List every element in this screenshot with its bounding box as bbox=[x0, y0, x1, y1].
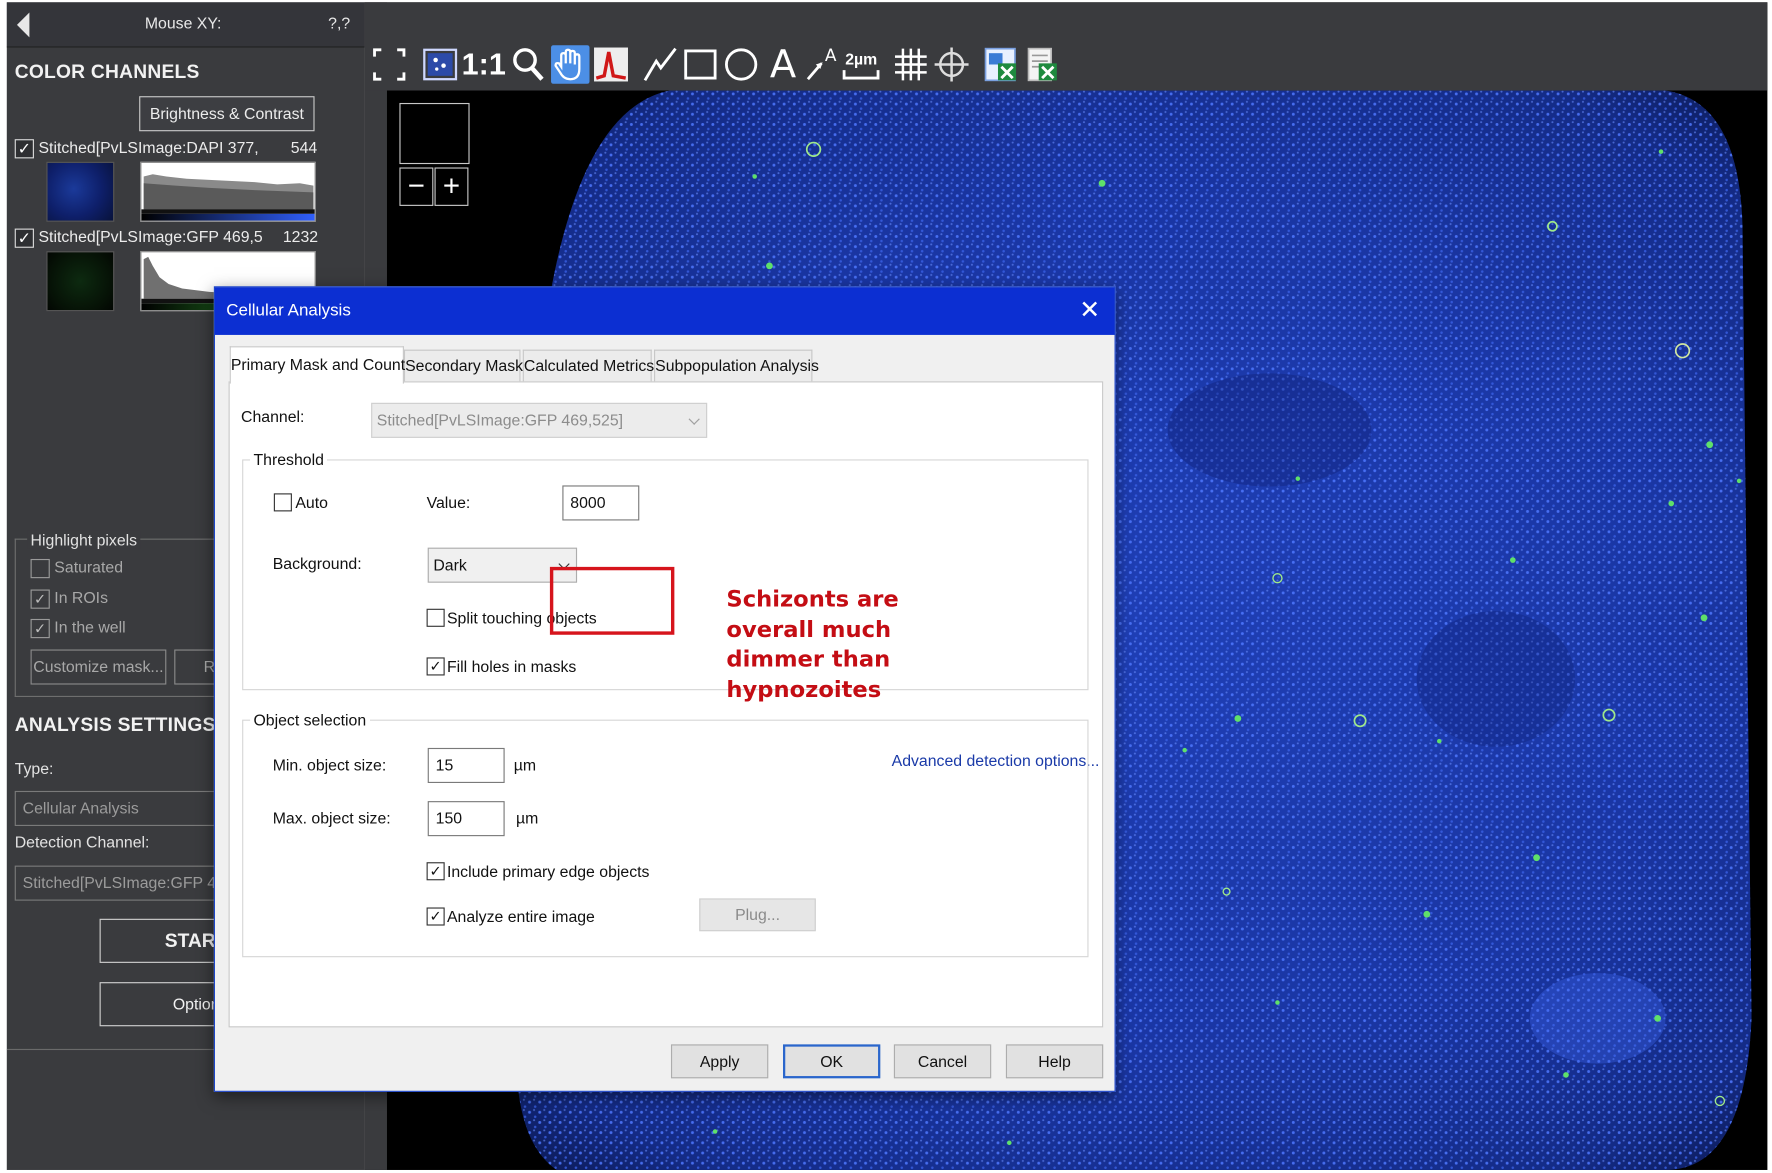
rectangle-icon[interactable] bbox=[681, 45, 719, 83]
customize-mask-button[interactable]: Customize mask... bbox=[30, 649, 167, 685]
scale-bar-icon[interactable]: 2µm bbox=[842, 45, 880, 83]
export-excel-icon[interactable] bbox=[982, 45, 1020, 83]
cellular-analysis-dialog: Cellular Analysis ✕ Primary Mask and Cou… bbox=[213, 286, 1116, 1092]
ok-button[interactable]: OK bbox=[782, 1044, 881, 1079]
back-arrow-icon[interactable] bbox=[16, 12, 30, 38]
grid-icon[interactable] bbox=[892, 45, 930, 83]
zoom-icon[interactable] bbox=[509, 45, 547, 83]
analyze-entire-checkbox[interactable]: ✓ bbox=[426, 907, 445, 926]
annotation-line: overall much bbox=[726, 614, 892, 643]
highlight-pixels-title: Highlight pixels bbox=[27, 530, 141, 549]
channel-dapi-max: 544 bbox=[290, 138, 318, 157]
apply-button[interactable]: Apply bbox=[670, 1044, 769, 1079]
include-edge-label: Include primary edge objects bbox=[446, 862, 650, 881]
plug-button[interactable]: Plug... bbox=[699, 898, 816, 932]
type-label: Type: bbox=[14, 759, 54, 778]
in-the-well-checkbox[interactable]: ✓ bbox=[30, 618, 50, 639]
zoom-in-button[interactable]: + bbox=[434, 167, 469, 206]
channel-dapi-histogram[interactable] bbox=[140, 161, 316, 222]
viewer-toolbar: 1:1 A A 2µm bbox=[364, 2, 1768, 91]
max-size-unit: µm bbox=[515, 809, 539, 828]
fill-holes-label: Fill holes in masks bbox=[446, 657, 577, 676]
brightness-contrast-button[interactable]: Brightness & Contrast bbox=[139, 96, 315, 132]
channel-select-value: Stitched[PvLSImage:GFP 469,525] bbox=[376, 410, 624, 429]
background-label: Background: bbox=[272, 554, 362, 573]
dialog-title-bar[interactable]: Cellular Analysis ✕ bbox=[214, 287, 1115, 335]
channel-gfp-name: Stitched[PvLSImage:GFP 469,5 bbox=[38, 227, 263, 246]
overview-navigator[interactable] bbox=[399, 102, 470, 165]
tab-subpopulation-analysis[interactable]: Subpopulation Analysis bbox=[654, 349, 819, 383]
channel-gfp-checkbox[interactable]: ✓ bbox=[14, 228, 34, 248]
channel-dapi-checkbox[interactable]: ✓ bbox=[14, 139, 34, 159]
min-object-size-label: Min. object size: bbox=[272, 755, 387, 774]
one-to-one-icon[interactable]: 1:1 bbox=[462, 45, 506, 83]
fit-window-icon[interactable] bbox=[370, 45, 408, 83]
value-highlight-box bbox=[549, 566, 675, 635]
min-object-size-input[interactable]: 15 bbox=[427, 747, 505, 783]
threshold-value-input[interactable]: 8000 bbox=[562, 485, 640, 521]
channel-gfp-max: 1232 bbox=[282, 227, 319, 246]
tab-secondary-mask[interactable]: Secondary Mask bbox=[403, 349, 523, 383]
primary-mask-page: Channel: Stitched[PvLSImage:GFP 469,525]… bbox=[228, 381, 1104, 1028]
ellipse-icon[interactable] bbox=[722, 45, 760, 83]
close-icon[interactable]: ✕ bbox=[1076, 295, 1103, 324]
mouse-xy-bar: Mouse XY: ?,? bbox=[6, 2, 365, 48]
channel-gfp-thumbnail[interactable] bbox=[46, 251, 115, 312]
channel-dapi-name: Stitched[PvLSImage:DAPI 377, bbox=[38, 138, 259, 157]
saturated-checkbox[interactable] bbox=[30, 558, 50, 579]
value-label: Value: bbox=[426, 493, 471, 512]
annotation-line: Schizonts are bbox=[726, 584, 899, 613]
text-icon[interactable]: A bbox=[764, 45, 802, 83]
crosshair-icon[interactable] bbox=[932, 45, 970, 83]
histogram-icon[interactable] bbox=[592, 45, 630, 83]
analysis-settings-title: ANALYSIS SETTINGS bbox=[14, 713, 216, 736]
max-object-size-input[interactable]: 150 bbox=[427, 801, 505, 837]
include-edge-checkbox[interactable]: ✓ bbox=[426, 862, 445, 881]
dialog-title: Cellular Analysis bbox=[226, 300, 351, 321]
annotation-line: dimmer than bbox=[726, 644, 891, 673]
svg-text:2µm: 2µm bbox=[845, 51, 877, 68]
svg-text:A: A bbox=[825, 46, 837, 66]
in-the-well-label: In the well bbox=[54, 617, 126, 636]
split-touching-checkbox[interactable] bbox=[426, 608, 445, 627]
analyze-entire-label: Analyze entire image bbox=[446, 907, 595, 926]
export-table-icon[interactable] bbox=[1023, 45, 1061, 83]
tab-calculated-metrics[interactable]: Calculated Metrics bbox=[522, 349, 654, 383]
in-rois-label: In ROIs bbox=[54, 588, 109, 607]
min-size-unit: µm bbox=[513, 755, 537, 774]
channel-select[interactable]: Stitched[PvLSImage:GFP 469,525] bbox=[371, 402, 708, 438]
fill-holes-checkbox[interactable]: ✓ bbox=[426, 657, 445, 676]
channel-dapi-thumbnail[interactable] bbox=[46, 161, 115, 222]
auto-label: Auto bbox=[295, 493, 328, 512]
tab-primary-mask[interactable]: Primary Mask and Count bbox=[229, 346, 405, 384]
channel-label: Channel: bbox=[241, 407, 305, 426]
detection-channel-label: Detection Channel: bbox=[14, 832, 150, 851]
annotation-note: Schizonts are overall much dimmer than h… bbox=[726, 584, 898, 704]
mouse-xy-label: Mouse XY: bbox=[144, 13, 222, 32]
max-object-size-label: Max. object size: bbox=[272, 809, 391, 828]
threshold-title: Threshold bbox=[250, 450, 328, 469]
polyline-icon[interactable] bbox=[642, 45, 680, 83]
zoom-out-button[interactable]: − bbox=[399, 167, 434, 206]
cancel-button[interactable]: Cancel bbox=[893, 1044, 992, 1079]
chevron-down-icon bbox=[688, 413, 700, 425]
mouse-xy-value: ?,? bbox=[328, 13, 351, 32]
annotation-line: hypnozoites bbox=[726, 674, 882, 703]
overview-icon[interactable] bbox=[421, 45, 459, 83]
saturated-label: Saturated bbox=[54, 557, 124, 576]
object-selection-title: Object selection bbox=[250, 710, 370, 729]
color-channels-title: COLOR CHANNELS bbox=[14, 61, 200, 83]
app-window: Mouse XY: ?,? COLOR CHANNELS Brightness … bbox=[0, 0, 1772, 1173]
auto-checkbox[interactable] bbox=[273, 493, 292, 512]
arrow-text-icon[interactable]: A bbox=[803, 45, 841, 83]
background-select-value: Dark bbox=[433, 555, 467, 574]
detection-channel-field[interactable]: Stitched[PvLSImage:GFP 469, bbox=[14, 865, 242, 901]
pan-hand-icon[interactable] bbox=[551, 45, 590, 84]
in-rois-checkbox[interactable]: ✓ bbox=[30, 589, 50, 609]
type-field[interactable]: Cellular Analysis bbox=[14, 790, 242, 826]
help-button[interactable]: Help bbox=[1005, 1044, 1104, 1079]
